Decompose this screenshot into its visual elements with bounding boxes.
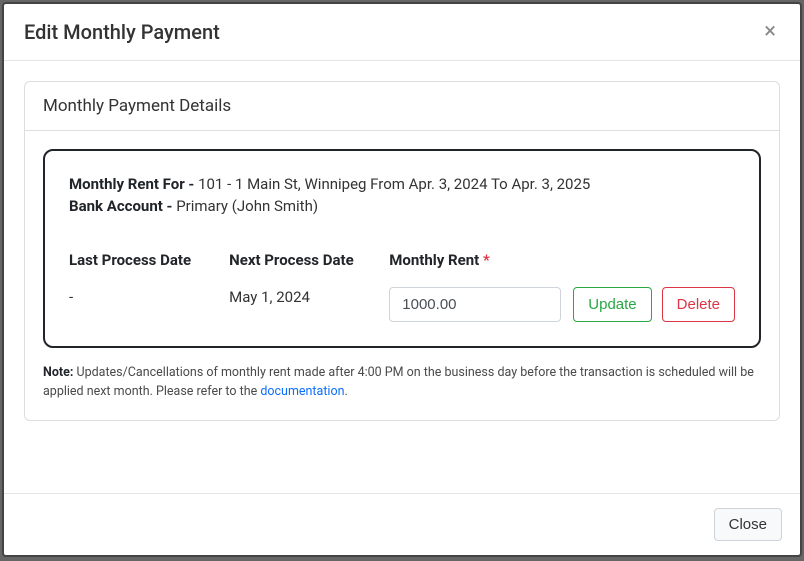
last-process-date-field: Last Process Date -	[69, 251, 229, 322]
note-text-before: Updates/Cancellations of monthly rent ma…	[43, 365, 754, 399]
card-body: Monthly Rent For - 101 - 1 Main St, Winn…	[25, 131, 779, 420]
row-actions: Update Delete	[573, 287, 735, 322]
bank-account-line: Bank Account - Primary (John Smith)	[69, 197, 735, 215]
close-icon[interactable]: ×	[760, 21, 780, 43]
modal-title: Edit Monthly Payment	[24, 20, 220, 44]
modal-body: Monthly Payment Details Monthly Rent For…	[4, 61, 800, 493]
close-button[interactable]: Close	[714, 508, 782, 541]
monthly-rent-for-label: Monthly Rent For -	[69, 175, 198, 193]
monthly-rent-label: Monthly Rent *	[389, 251, 735, 269]
edit-monthly-payment-modal: Edit Monthly Payment × Monthly Payment D…	[2, 2, 802, 557]
last-process-date-label: Last Process Date	[69, 251, 229, 269]
payment-details-card: Monthly Payment Details Monthly Rent For…	[24, 81, 780, 421]
note-block: Note: Updates/Cancellations of monthly r…	[43, 364, 761, 402]
monthly-rent-input[interactable]	[389, 287, 561, 322]
last-process-date-value: -	[69, 288, 73, 306]
note-text-after: .	[344, 384, 347, 399]
delete-button[interactable]: Delete	[662, 287, 735, 322]
payment-summary-panel: Monthly Rent For - 101 - 1 Main St, Winn…	[43, 149, 761, 348]
next-process-date-label: Next Process Date	[229, 251, 389, 269]
documentation-link[interactable]: documentation	[260, 384, 344, 399]
modal-header: Edit Monthly Payment ×	[4, 4, 800, 61]
note-label: Note:	[43, 365, 76, 380]
update-button[interactable]: Update	[573, 287, 651, 322]
next-process-date-field: Next Process Date May 1, 2024	[229, 251, 389, 322]
monthly-rent-field: Monthly Rent * Update Delete	[389, 251, 735, 322]
bank-account-label: Bank Account -	[69, 197, 176, 215]
modal-footer: Close	[4, 493, 800, 555]
monthly-rent-for-line: Monthly Rent For - 101 - 1 Main St, Winn…	[69, 175, 735, 193]
bank-account-value: Primary (John Smith)	[176, 197, 318, 215]
payment-details-heading: Monthly Payment Details	[25, 82, 779, 131]
monthly-rent-for-value: 101 - 1 Main St, Winnipeg From Apr. 3, 2…	[198, 175, 590, 193]
required-marker: *	[483, 251, 490, 269]
fields-row: Last Process Date - Next Process Date Ma…	[69, 251, 735, 322]
next-process-date-value: May 1, 2024	[229, 288, 310, 306]
